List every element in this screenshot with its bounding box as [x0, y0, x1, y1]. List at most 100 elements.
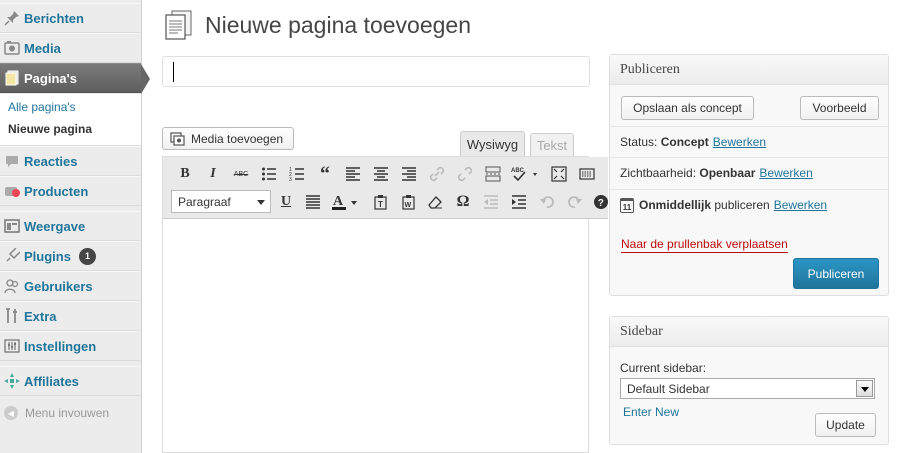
undo-icon[interactable]: [537, 192, 557, 212]
menu-item-paginas[interactable]: Pagina's: [0, 63, 150, 94]
underline-icon[interactable]: U: [276, 192, 296, 212]
add-media-button[interactable]: Media toevoegen: [162, 127, 294, 150]
kitchen-sink-icon[interactable]: [577, 164, 597, 184]
page-title: Nieuwe pagina toevoegen: [205, 12, 471, 38]
settings-icon: [4, 338, 20, 354]
visibility-row: Zichtbaarheid: Openbaar Bewerken: [610, 157, 888, 188]
plugin-icon: [4, 248, 20, 264]
pages-icon: [4, 70, 20, 86]
special-char-icon[interactable]: Ω: [453, 192, 473, 212]
publish-box-title: Publiceren: [610, 55, 888, 85]
affiliates-icon: [4, 373, 20, 389]
svg-text:W: W: [405, 202, 412, 209]
tab-text[interactable]: Tekst: [530, 133, 574, 157]
text-cursor: [173, 62, 174, 82]
save-draft-button[interactable]: Opslaan als concept: [621, 96, 754, 120]
add-media-label: Media toevoegen: [191, 131, 284, 146]
status-label: Status:: [620, 135, 658, 149]
visibility-label: Zichtbaarheid:: [620, 166, 697, 180]
indent-icon[interactable]: [509, 192, 529, 212]
status-row: Status: Concept Bewerken: [610, 126, 888, 157]
menu-item-plugins[interactable]: Plugins 1: [0, 241, 141, 271]
wp-admin-screen: Berichten Media Pagina's Alle pagina's N…: [0, 0, 903, 453]
link-icon[interactable]: [427, 164, 447, 184]
pages-icon: [164, 10, 192, 40]
preview-button[interactable]: Voorbeeld: [800, 96, 879, 120]
schedule-value: Onmiddellijk: [639, 198, 712, 212]
format-select[interactable]: Paragraaf: [171, 190, 271, 213]
calendar-icon: 11: [620, 197, 634, 213]
tools-icon: [4, 308, 20, 324]
spellcheck-icon[interactable]: ABC: [511, 164, 541, 184]
edit-status-link[interactable]: Bewerken: [713, 135, 766, 149]
menu-item-berichten[interactable]: Berichten: [0, 3, 141, 33]
publish-button[interactable]: Publiceren: [793, 258, 879, 289]
menu-item-gebruikers[interactable]: Gebruikers: [0, 271, 141, 301]
blockquote-icon[interactable]: “: [315, 163, 335, 185]
pages-submenu: Alle pagina's Nieuwe pagina: [0, 94, 141, 146]
unlink-icon[interactable]: [455, 164, 475, 184]
visibility-value: Openbaar: [699, 166, 756, 180]
menu-label: Gebruikers: [24, 278, 93, 294]
align-center-icon[interactable]: [371, 164, 391, 184]
italic-icon[interactable]: I: [203, 164, 223, 184]
paste-text-icon[interactable]: T: [371, 192, 391, 212]
status-value: Concept: [660, 135, 709, 149]
paste-word-icon[interactable]: W: [399, 192, 419, 212]
schedule-row: 11 Onmiddellijk publiceren Bewerken: [610, 189, 888, 220]
post-title-input[interactable]: [162, 56, 590, 87]
pin-icon: [4, 10, 20, 26]
update-button[interactable]: Update: [815, 413, 876, 437]
enter-new-link[interactable]: Enter New: [623, 405, 679, 419]
editor-content-area[interactable]: [163, 220, 588, 452]
align-right-icon[interactable]: [399, 164, 419, 184]
appearance-icon: [4, 218, 20, 234]
menu-item-reacties[interactable]: Reacties: [0, 146, 141, 176]
text-color-icon[interactable]: A: [331, 192, 361, 212]
sidebar-select[interactable]: Default Sidebar: [620, 378, 875, 399]
bullet-list-icon[interactable]: [259, 164, 279, 184]
comment-icon: [4, 153, 20, 169]
submenu-new-page[interactable]: Nieuwe pagina: [8, 122, 92, 136]
collapse-menu-button[interactable]: ◀ Menu invouwen: [0, 398, 141, 428]
more-tag-icon[interactable]: [483, 164, 503, 184]
media-icon: [170, 131, 186, 146]
content-editor: B I ABC 123 “ ABC Paragraaf U A T W Ω ?: [162, 156, 608, 453]
menu-label: Media: [24, 40, 61, 56]
fullscreen-icon[interactable]: [549, 164, 569, 184]
edit-schedule-link[interactable]: Bewerken: [774, 198, 827, 212]
move-to-trash-link[interactable]: Naar de prullenbak verplaatsen: [621, 237, 788, 253]
menu-label: Plugins: [24, 248, 71, 264]
menu-item-instellingen[interactable]: Instellingen: [0, 331, 141, 361]
menu-label: Extra: [24, 308, 57, 324]
help-icon[interactable]: ?: [591, 192, 611, 212]
publish-box: Publiceren Opslaan als concept Voorbeeld…: [609, 54, 889, 296]
strikethrough-icon[interactable]: ABC: [231, 164, 251, 184]
menu-item-media[interactable]: Media: [0, 33, 141, 63]
collapse-arrow-icon: ◀: [4, 406, 18, 420]
numbered-list-icon[interactable]: 123: [287, 164, 307, 184]
collapse-label: Menu invouwen: [25, 406, 110, 420]
clear-format-icon[interactable]: [425, 192, 445, 212]
svg-text:ABC: ABC: [511, 168, 525, 174]
svg-text:A: A: [333, 194, 344, 209]
sidebar-select-value: Default Sidebar: [627, 381, 710, 396]
submenu-all-pages[interactable]: Alle pagina's: [8, 100, 76, 114]
menu-item-weergave[interactable]: Weergave: [0, 211, 141, 241]
menu-item-affiliates[interactable]: Affiliates: [0, 366, 141, 396]
chevron-down-icon: [257, 200, 265, 205]
admin-sidebar: Berichten Media Pagina's Alle pagina's N…: [0, 0, 150, 453]
tab-visual[interactable]: Wysiwyg: [460, 131, 525, 157]
menu-label: Affiliates: [24, 373, 79, 389]
current-sidebar-label: Current sidebar:: [620, 361, 707, 375]
menu-item-producten[interactable]: Producten: [0, 176, 141, 206]
update-count-badge: 1: [78, 247, 96, 265]
redo-icon[interactable]: [565, 192, 585, 212]
bold-icon[interactable]: B: [175, 164, 195, 184]
menu-item-extra[interactable]: Extra: [0, 301, 141, 331]
outdent-icon[interactable]: [481, 192, 501, 212]
svg-text:3: 3: [289, 177, 292, 182]
justify-icon[interactable]: [303, 192, 323, 212]
align-left-icon[interactable]: [343, 164, 363, 184]
edit-visibility-link[interactable]: Bewerken: [759, 166, 812, 180]
